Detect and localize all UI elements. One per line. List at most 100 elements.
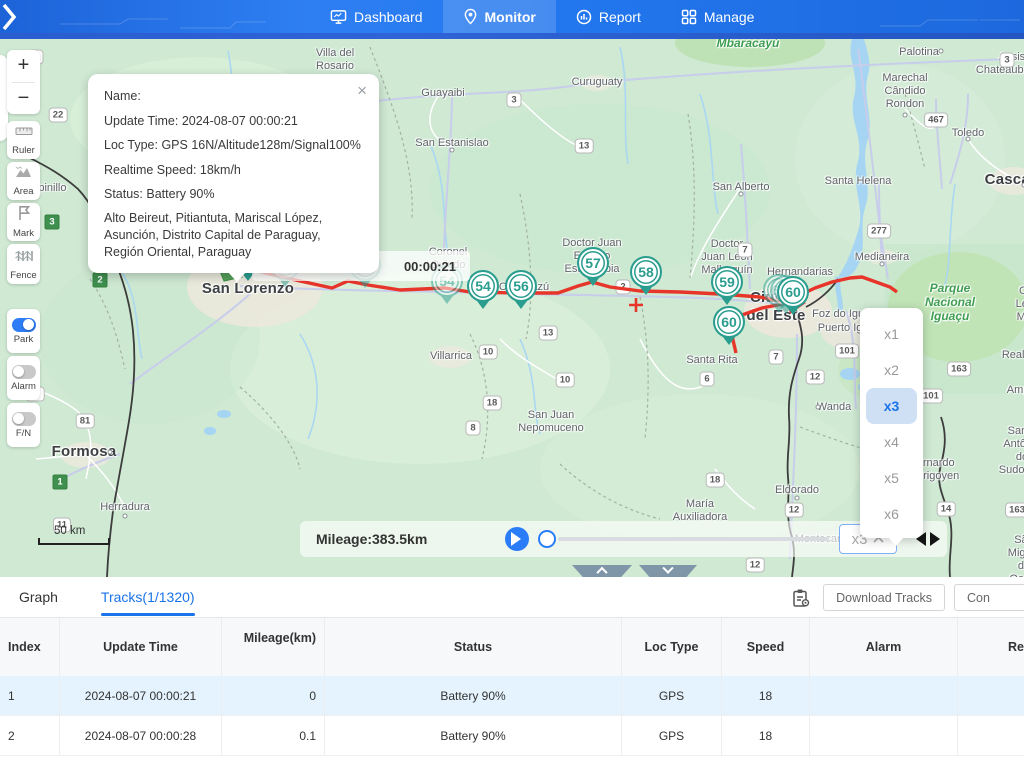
tool-fence[interactable]: Fence: [7, 244, 40, 284]
column-header-loctype[interactable]: Loc Type: [622, 618, 722, 676]
toggle-knob: [13, 413, 24, 424]
table-cell: Battery 90%: [325, 676, 622, 716]
tool-fn[interactable]: F/N: [7, 403, 40, 447]
tool-label: Alarm: [11, 380, 36, 392]
playback-bar: Mileage:383.5km x3: [300, 521, 947, 557]
park-toggle[interactable]: [11, 317, 36, 332]
zoom-in-button[interactable]: +: [7, 50, 40, 82]
panel-tab-tracks[interactable]: Tracks(1/1320): [100, 577, 195, 618]
scale-label: 50 km: [54, 525, 86, 537]
popup-status: Status: Battery 90%: [104, 187, 215, 201]
nav-tab-report[interactable]: Report: [556, 0, 661, 33]
scale-bar: [38, 538, 110, 545]
nav-tabs: Dashboard Monitor Report Manage: [310, 0, 774, 33]
map-canvas[interactable]: Villa del Rosario Guayaibi Curuguaty San Es…: [0, 39, 1024, 577]
tracks-table: Index Update Time Mileage(km) Status Loc Typ…: [0, 618, 1024, 756]
popup-update-time: Update Time: 2024-08-07 00:00:21: [104, 113, 298, 128]
speed-option-x6[interactable]: x6: [866, 496, 917, 532]
track-marker-60[interactable]: 60: [777, 276, 809, 308]
popup-loc-type: Loc Type: GPS 16N/Altitude128m/Signal100…: [104, 138, 361, 152]
step-forward-button[interactable]: [930, 532, 947, 546]
mark-icon: [17, 205, 31, 226]
tool-alarm[interactable]: Alarm: [7, 356, 40, 400]
track-marker-58[interactable]: 58: [630, 256, 662, 288]
circuit-decoration: [880, 19, 1020, 27]
tooltip-time: 00:00:21: [403, 258, 456, 274]
zoom-control: + −: [7, 50, 40, 114]
nav-tab-label: Report: [598, 8, 641, 25]
manage-icon: [681, 9, 697, 25]
nav-tab-label: Monitor: [484, 8, 536, 25]
speed-option-x2[interactable]: x2: [866, 352, 917, 388]
track-marker-57[interactable]: 57: [577, 247, 609, 279]
popup-realtime-speed: Realtime Speed: 18km/h: [104, 162, 241, 177]
popup-close-icon[interactable]: ×: [357, 82, 367, 99]
table-cell: [810, 676, 958, 716]
tool-label: Park: [13, 333, 34, 345]
nav-tab-dashboard[interactable]: Dashboard: [310, 0, 443, 33]
track-marker-56[interactable]: 56: [505, 270, 537, 302]
fn-toggle[interactable]: [11, 411, 36, 426]
speed-option-x1[interactable]: x1: [866, 316, 917, 352]
ruler-icon: [15, 124, 33, 143]
map-scale: 50 km: [38, 525, 110, 545]
config-button-partial[interactable]: Con: [954, 584, 1024, 611]
circuit-decoration: [60, 18, 266, 29]
bottom-panel: Graph Tracks(1/1320) Download Tracks Con …: [0, 577, 1024, 768]
tool-label: Area: [13, 186, 34, 197]
column-header-index[interactable]: Index: [0, 618, 60, 676]
track-marker-54[interactable]: 54: [467, 270, 499, 302]
app: Dashboard Monitor Report Manage Villa de…: [0, 0, 1024, 768]
table-cell: 2: [0, 716, 60, 756]
table-cell: 18: [722, 676, 810, 716]
table-cell: [810, 716, 958, 756]
table-cell: GPS: [622, 716, 722, 756]
nav-tab-label: Manage: [703, 8, 755, 25]
table-cell: 0.1: [222, 716, 325, 756]
play-button[interactable]: [505, 527, 530, 551]
alarm-toggle[interactable]: [11, 364, 36, 379]
speed-option-x4[interactable]: x4: [866, 424, 917, 460]
table-row[interactable]: 2 2024-08-07 00:00:28 0.1 Battery 90% GPS 18: [0, 716, 1024, 756]
track-marker-60[interactable]: 60: [713, 306, 745, 338]
track-list-settings-icon[interactable]: [791, 588, 811, 608]
nav-tab-manage[interactable]: Manage: [661, 0, 775, 33]
column-header-status[interactable]: Status: [325, 618, 622, 676]
table-cell: 1: [0, 676, 60, 716]
panel-tab-graph[interactable]: Graph: [19, 577, 58, 618]
tool-park[interactable]: Park: [7, 309, 40, 353]
track-marker-59[interactable]: 59: [711, 266, 743, 298]
play-icon: [511, 532, 528, 546]
column-header-speed[interactable]: Speed: [722, 618, 810, 676]
download-tracks-button[interactable]: Download Tracks: [823, 584, 945, 611]
table-cell: 2024-08-07 00:00:21: [60, 676, 222, 716]
speed-option-x3[interactable]: x3: [866, 388, 917, 424]
back-chevron-icon[interactable]: [2, 3, 18, 31]
nav-tab-monitor[interactable]: Monitor: [442, 0, 556, 33]
column-header-mileagekm[interactable]: Mileage(km): [222, 618, 325, 676]
column-header-alarm[interactable]: Alarm: [810, 618, 958, 676]
table-header-row: Index Update Time Mileage(km) Status Loc Typ…: [0, 618, 1024, 676]
dashboard-icon: [330, 9, 347, 25]
tool-label: Mark: [12, 228, 35, 239]
speed-option-x5[interactable]: x5: [866, 460, 917, 496]
tool-ruler[interactable]: Ruler: [7, 121, 40, 159]
fence-icon: [14, 248, 33, 268]
column-header-reiss[interactable]: Reiss: [958, 618, 1024, 676]
mileage-label: Mileage:383.5km: [316, 531, 428, 547]
playback-slider-handle[interactable]: [538, 530, 557, 548]
panel-tabs: Graph Tracks(1/1320) Download Tracks Con: [0, 577, 1024, 618]
popup-address: Alto Beireut, Pitiantuta, Mariscal López…: [104, 210, 323, 259]
tool-area[interactable]: Area: [7, 162, 40, 200]
playback-speed-menu: x1 x2 x3 x4 x5 x6: [860, 308, 923, 546]
tool-label: Fence: [10, 269, 37, 281]
chevron-up-icon: [596, 566, 608, 577]
playback-slider-track[interactable]: [558, 537, 829, 541]
tool-mark[interactable]: Mark: [7, 203, 40, 241]
tool-label: F/N: [15, 427, 32, 439]
monitor-icon: [463, 8, 478, 25]
zoom-out-button[interactable]: −: [7, 82, 40, 114]
table-cell: [958, 676, 1024, 716]
table-row[interactable]: 1 2024-08-07 00:00:21 0 Battery 90% GPS 18: [0, 676, 1024, 716]
column-header-updatetime[interactable]: Update Time: [60, 618, 222, 676]
